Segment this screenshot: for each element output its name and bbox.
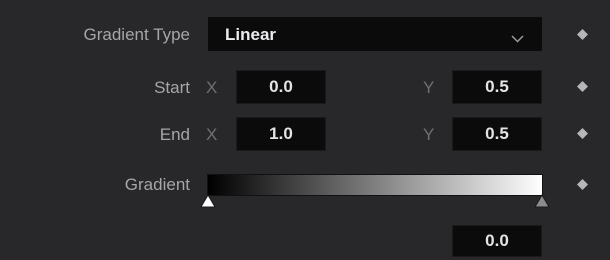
start-keyframe-icon[interactable] — [576, 80, 589, 93]
gradient-stop-handle[interactable] — [200, 194, 216, 208]
start-label: Start — [154, 78, 190, 97]
chevron-down-icon — [511, 28, 524, 48]
end-y-label: Y — [423, 125, 435, 144]
start-y-input[interactable]: 0.5 — [452, 70, 542, 104]
end-x-label: X — [206, 125, 218, 144]
start-y-label: Y — [423, 78, 435, 97]
end-label: End — [159, 125, 190, 144]
gradient-keyframe-icon[interactable] — [576, 178, 589, 191]
gradient-type-label: Gradient Type — [83, 25, 190, 44]
end-y-input[interactable]: 0.5 — [452, 117, 542, 151]
end-x-input[interactable]: 1.0 — [236, 117, 326, 151]
gradient-label: Gradient — [124, 175, 190, 194]
start-x-input[interactable]: 0.0 — [236, 70, 326, 104]
gradient-stop-handle[interactable] — [534, 194, 550, 208]
gradient-type-dropdown[interactable]: Linear — [208, 17, 542, 51]
gradient-bar[interactable] — [208, 175, 542, 195]
gradient-type-value: Linear — [225, 25, 277, 44]
gradient-stop-position-input[interactable]: 0.0 — [452, 225, 542, 257]
start-x-label: X — [206, 78, 218, 97]
gradient-type-keyframe-icon[interactable] — [576, 28, 589, 41]
end-keyframe-icon[interactable] — [576, 127, 589, 140]
